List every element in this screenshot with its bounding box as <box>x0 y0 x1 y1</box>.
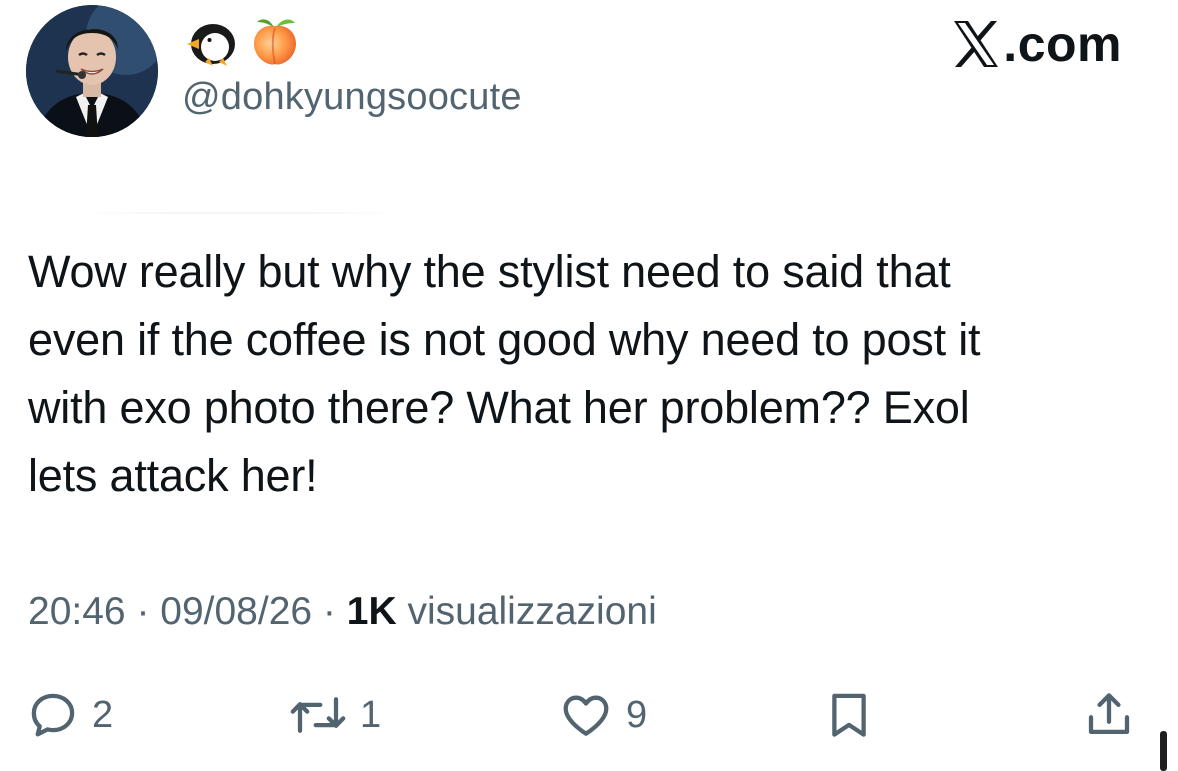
tweet-date[interactable]: 09/08/26 <box>160 590 312 633</box>
share-icon <box>1088 693 1130 735</box>
views-count: 1K <box>346 590 397 633</box>
tweet-line: lets attack her! <box>28 450 318 501</box>
peach-emoji <box>253 19 297 65</box>
penguin-emoji <box>187 24 235 66</box>
heart-icon <box>563 695 609 736</box>
views-label: visualizzazioni <box>396 590 657 633</box>
scrollbar-thumb[interactable] <box>1160 731 1167 771</box>
meta-separator: · <box>125 590 161 633</box>
user-handle[interactable]: @dohkyungsoocute <box>182 76 522 119</box>
faint-divider <box>80 212 400 214</box>
share-button[interactable] <box>1082 680 1136 750</box>
reply-icon <box>31 693 75 737</box>
x-logo-icon <box>954 21 999 67</box>
tweet-text: Wow really but why the stylist need to s… <box>28 238 1153 510</box>
reply-button[interactable]: 2 <box>26 680 113 750</box>
avatar[interactable] <box>26 5 158 137</box>
retweet-button[interactable]: 1 <box>288 680 381 750</box>
retweet-count: 1 <box>360 693 382 736</box>
tweet-line: even if the coffee is not good why need … <box>28 314 981 365</box>
action-bar: 2 1 9 <box>0 680 1178 750</box>
retweet-icon <box>290 697 346 733</box>
bookmark-icon <box>832 693 866 737</box>
tweet-line: with exo photo there? What her problem??… <box>28 382 970 433</box>
x-brand-logo: .com <box>951 14 1122 74</box>
tweet-time[interactable]: 20:46 <box>28 590 126 633</box>
avatar-photo <box>26 5 158 137</box>
reply-count: 2 <box>92 693 114 736</box>
display-name[interactable] <box>185 12 303 72</box>
tweet-line: Wow really but why the stylist need to s… <box>28 246 951 297</box>
like-button[interactable]: 9 <box>558 680 647 750</box>
tweet-meta: 20:46 · 09/08/26 · 1K visualizzazioni <box>28 590 657 634</box>
like-count: 9 <box>626 693 648 736</box>
bookmark-button[interactable] <box>822 680 876 750</box>
meta-separator: · <box>312 590 347 633</box>
brand-text: .com <box>1003 16 1122 72</box>
